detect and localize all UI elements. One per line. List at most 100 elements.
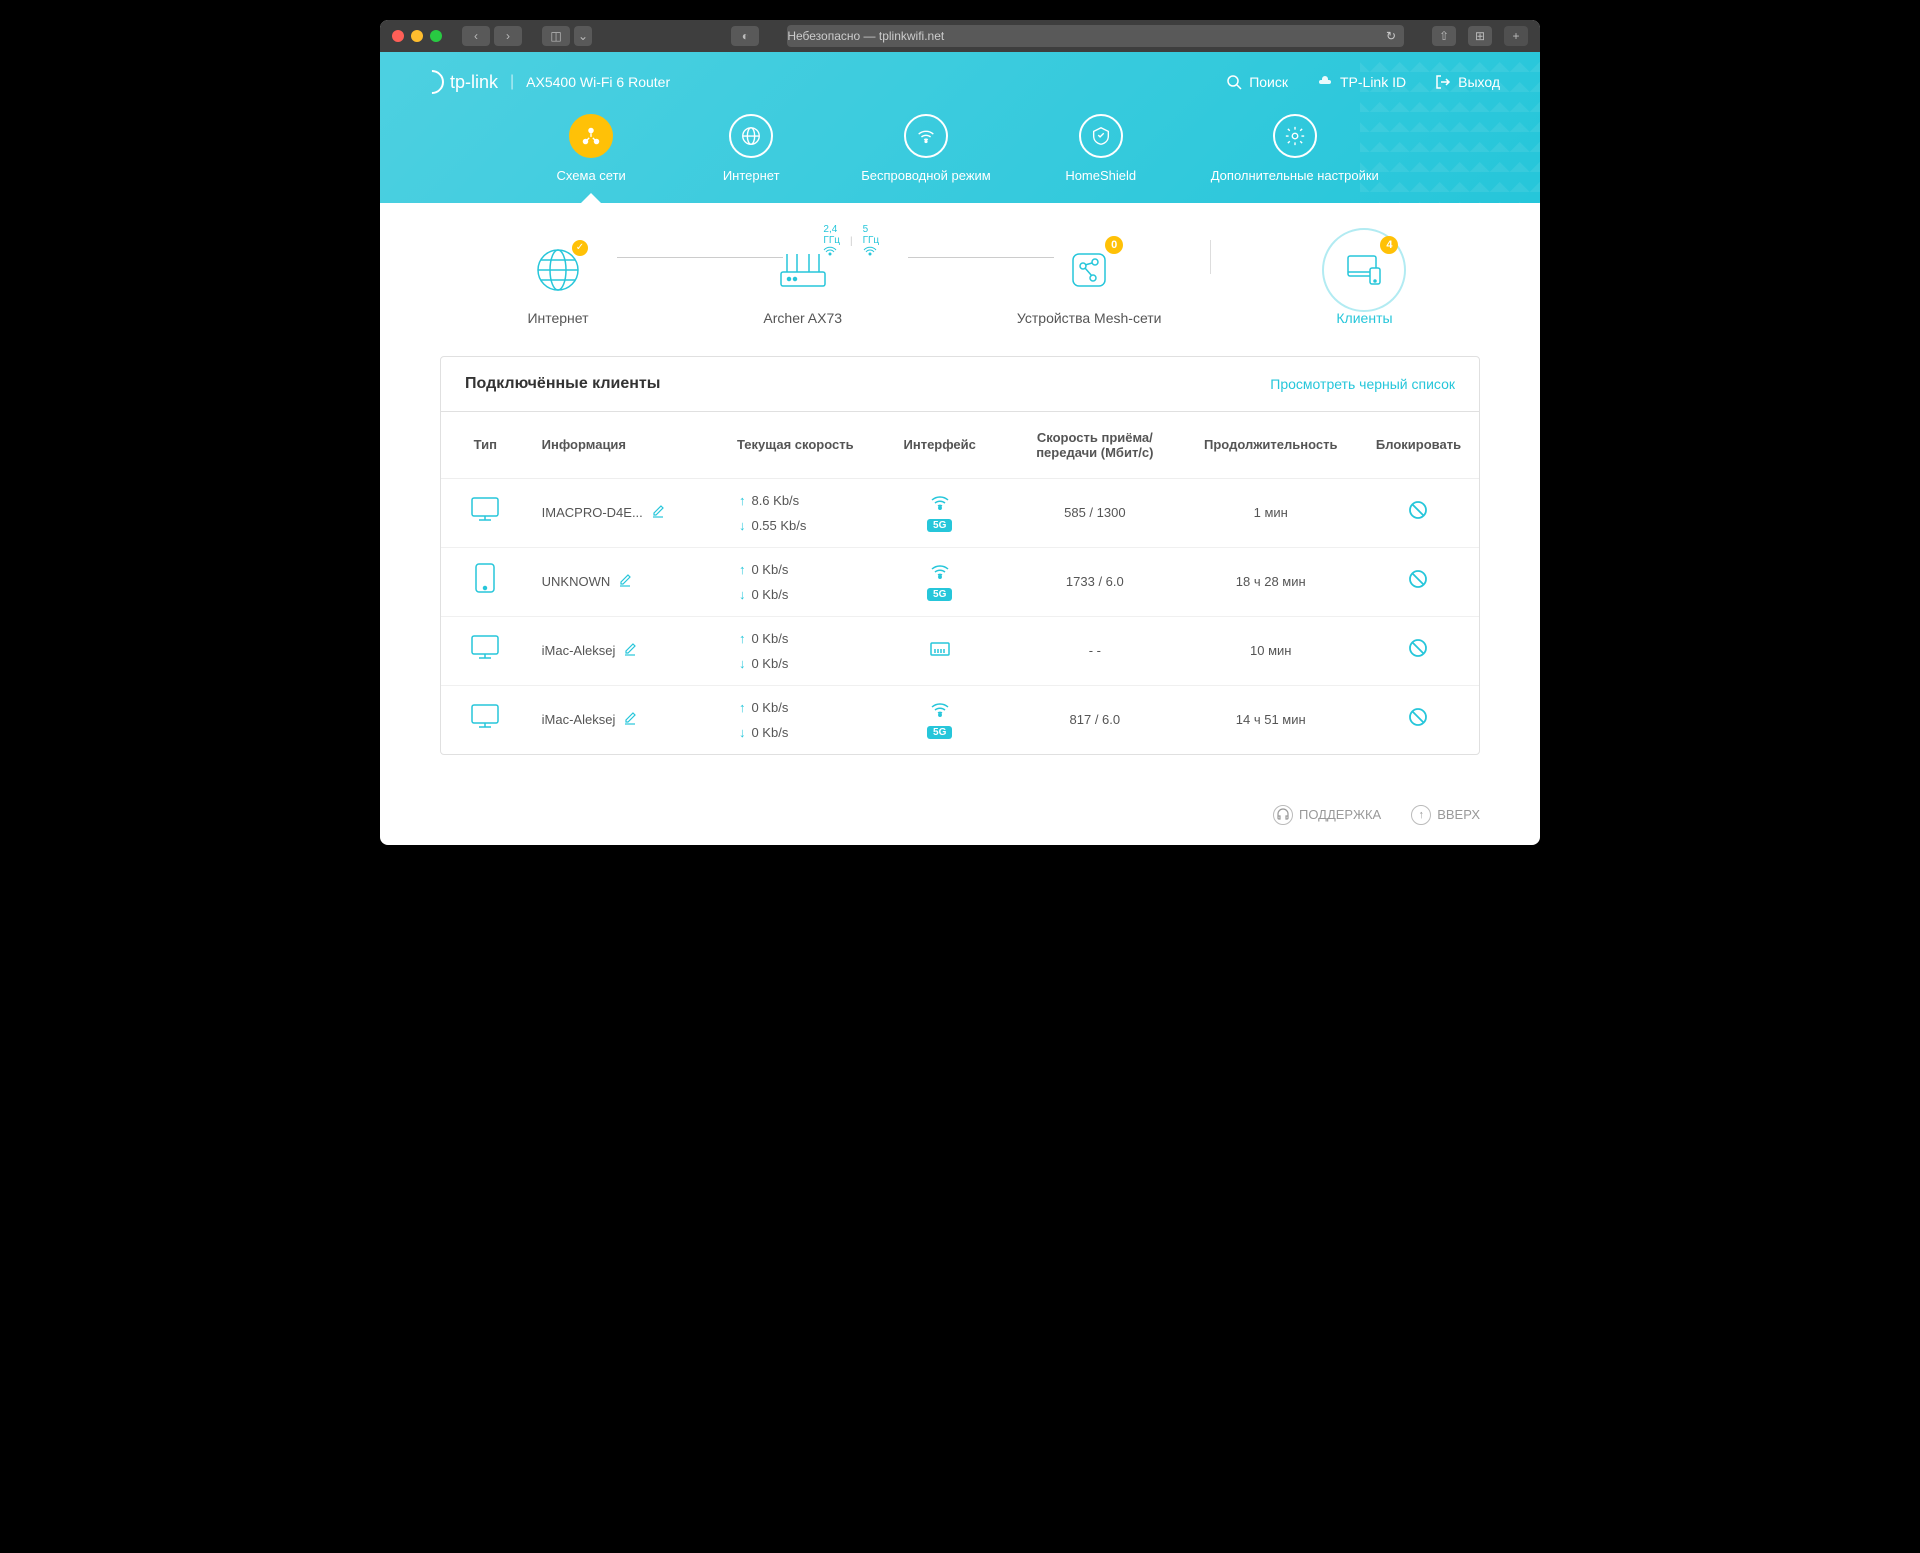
nav-wireless[interactable]: Беспроводной режим (861, 114, 991, 185)
search-button[interactable]: Поиск (1225, 73, 1288, 91)
arrow-down-icon: ↓ (739, 518, 746, 533)
back-button[interactable]: ‹ (462, 26, 490, 46)
edit-icon[interactable] (623, 642, 637, 659)
globe-icon: ✓ (530, 242, 586, 298)
brand-area: tp-link | AX5400 Wi-Fi 6 Router (420, 70, 670, 94)
advanced-icon (1273, 114, 1317, 158)
duration-value: 14 ч 51 мин (1184, 685, 1358, 754)
edit-icon[interactable] (651, 504, 665, 521)
diagram-mesh[interactable]: 0 Устройства Mesh-сети (1017, 242, 1162, 326)
blacklist-link[interactable]: Просмотреть черный список (1270, 376, 1455, 392)
share-icon[interactable]: ⇧ (1432, 26, 1456, 46)
logout-icon (1434, 73, 1452, 91)
device-type-icon (469, 498, 501, 529)
url-text: Небезопасно — tplinkwifi.net (787, 29, 944, 43)
rate-value: - - (1006, 616, 1183, 685)
browser-titlebar: ‹ › ◫ ⌄ ◐ Небезопасно — tplinkwifi.net ↻… (380, 20, 1540, 52)
tabs-icon[interactable]: ⊞ (1468, 26, 1492, 46)
logout-button[interactable]: Выход (1434, 73, 1500, 91)
dropdown-button[interactable]: ⌄ (574, 26, 592, 46)
diagram-separator (1210, 240, 1211, 274)
block-button[interactable] (1407, 711, 1429, 733)
arrow-up-icon: ↑ (739, 700, 746, 715)
table-row: UNKNOWN ↑ 0 Kb/s↓ 0 Kb/s5G1733 / 6.018 ч… (441, 547, 1479, 616)
block-button[interactable] (1407, 573, 1429, 595)
reload-icon[interactable]: ↻ (1386, 29, 1404, 43)
nav-internet[interactable]: Интернет (701, 114, 801, 185)
upload-speed: 0 Kb/s (751, 700, 788, 715)
wifi-icon (930, 701, 950, 722)
th-speed: Текущая скорость (707, 412, 873, 479)
address-bar[interactable]: Небезопасно — tplinkwifi.net ↻ (787, 25, 1404, 47)
arrow-down-icon: ↓ (739, 587, 746, 602)
network-map-icon (569, 114, 613, 158)
scroll-top-button[interactable]: ↑ ВВЕРХ (1411, 805, 1480, 825)
th-rate: Скорость приёма/передачи (Мбит/с) (1006, 412, 1183, 479)
arrow-up-icon: ↑ (739, 493, 746, 508)
table-row: iMac-Aleksej ↑ 0 Kb/s↓ 0 Kb/s- -10 мин (441, 616, 1479, 685)
device-name: IMACPRO-D4E... (542, 505, 643, 520)
upload-speed: 0 Kb/s (751, 631, 788, 646)
minimize-window-button[interactable] (411, 30, 423, 42)
main-nav: Схема сети Интернет Беспроводной режим H… (420, 114, 1500, 203)
diagram-internet[interactable]: ✓ Интернет (527, 242, 588, 326)
footer: ПОДДЕРЖКА ↑ ВВЕРХ (380, 785, 1540, 845)
edit-icon[interactable] (623, 711, 637, 728)
browser-window: ‹ › ◫ ⌄ ◐ Небезопасно — tplinkwifi.net ↻… (380, 20, 1540, 845)
maximize-window-button[interactable] (430, 30, 442, 42)
clients-count-badge: 4 (1380, 236, 1398, 254)
device-name: UNKNOWN (542, 574, 611, 589)
freq-5-label: 5 ГГц (863, 224, 880, 259)
wireless-icon (904, 114, 948, 158)
download-speed: 0.55 Kb/s (751, 518, 806, 533)
block-button[interactable] (1407, 504, 1429, 526)
th-block: Блокировать (1358, 412, 1479, 479)
internet-icon (729, 114, 773, 158)
wifi-icon (930, 494, 950, 515)
nav-network-map[interactable]: Схема сети (541, 114, 641, 185)
logo: tp-link (420, 70, 498, 94)
nav-homeshield[interactable]: HomeShield (1051, 114, 1151, 185)
cloud-icon (1316, 73, 1334, 91)
content-area: ✓ Интернет 2,4 ГГц | 5 ГГц Archer AX73 (380, 202, 1540, 785)
headset-icon (1273, 805, 1293, 825)
clients-table: Тип Информация Текущая скорость Интерфей… (441, 412, 1479, 754)
ethernet-icon (928, 647, 952, 662)
device-name: iMac-Aleksej (542, 712, 616, 727)
arrow-up-icon: ↑ (739, 562, 746, 577)
clients-icon: 4 (1336, 242, 1392, 298)
shield-icon[interactable]: ◐ (731, 26, 759, 46)
wifi-icon (930, 563, 950, 584)
band-tag: 5G (927, 588, 952, 601)
freq-24-label: 2,4 ГГц (823, 224, 840, 259)
support-button[interactable]: ПОДДЕРЖКА (1273, 805, 1381, 825)
close-window-button[interactable] (392, 30, 404, 42)
upload-speed: 0 Kb/s (751, 562, 788, 577)
homeshield-icon (1079, 114, 1123, 158)
app-header: tp-link | AX5400 Wi-Fi 6 Router Поиск TP… (380, 52, 1540, 203)
th-info: Информация (530, 412, 707, 479)
download-speed: 0 Kb/s (751, 656, 788, 671)
device-type-icon (469, 705, 501, 736)
block-button[interactable] (1407, 642, 1429, 664)
diagram-router[interactable]: 2,4 ГГц | 5 ГГц Archer AX73 (763, 242, 842, 326)
new-tab-button[interactable]: + (1504, 26, 1528, 46)
nav-advanced[interactable]: Дополнительные настройки (1211, 114, 1379, 185)
clients-panel: Подключённые клиенты Просмотреть черный … (440, 356, 1480, 755)
mesh-icon: 0 (1061, 242, 1117, 298)
diagram-clients[interactable]: 4 Клиенты (1336, 242, 1392, 326)
edit-icon[interactable] (618, 573, 632, 590)
band-tag: 5G (927, 726, 952, 739)
router-model: AX5400 Wi-Fi 6 Router (526, 74, 670, 90)
device-type-icon (469, 636, 501, 667)
brand-name: tp-link (450, 72, 498, 93)
table-row: iMac-Aleksej ↑ 0 Kb/s↓ 0 Kb/s5G817 / 6.0… (441, 685, 1479, 754)
forward-button[interactable]: › (494, 26, 522, 46)
traffic-lights (392, 30, 442, 42)
sidebar-button[interactable]: ◫ (542, 26, 570, 46)
diagram-connector (617, 257, 783, 258)
duration-value: 1 мин (1184, 478, 1358, 547)
tplink-id-button[interactable]: TP-Link ID (1316, 73, 1406, 91)
rate-value: 817 / 6.0 (1006, 685, 1183, 754)
device-type-icon (472, 569, 498, 600)
